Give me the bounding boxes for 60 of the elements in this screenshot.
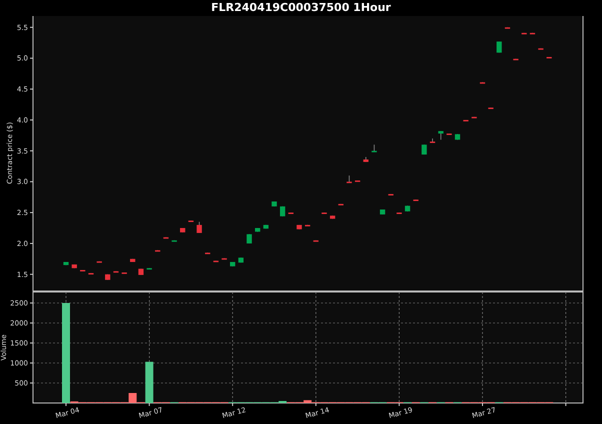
candlestick	[480, 82, 486, 84]
candlestick	[96, 260, 102, 263]
candlestick	[388, 194, 394, 196]
candlestick	[504, 26, 510, 29]
candlestick	[113, 270, 119, 273]
candlestick	[80, 270, 86, 272]
candlestick	[472, 116, 477, 118]
candlestick	[180, 228, 186, 233]
candlestick	[213, 260, 219, 262]
candlestick	[330, 215, 336, 220]
candlestick	[522, 32, 527, 34]
candlestick	[122, 272, 127, 274]
candlestick	[196, 221, 202, 234]
candlestick	[272, 201, 277, 207]
candlestick	[488, 107, 494, 110]
candlestick	[63, 262, 69, 266]
candlestick	[363, 156, 368, 162]
candlestick	[105, 274, 110, 280]
candlestick	[404, 205, 410, 212]
candlestick	[380, 209, 386, 215]
candlestick	[288, 212, 294, 214]
candlestick	[413, 199, 418, 202]
candlestick	[454, 134, 460, 140]
candlestick	[263, 224, 269, 230]
candlestick	[422, 144, 427, 155]
candlestick	[446, 133, 452, 135]
candlestick	[430, 138, 436, 143]
candlestick	[222, 258, 227, 260]
candlestick	[538, 48, 544, 50]
candlestick	[438, 130, 444, 140]
candlestick	[72, 264, 77, 269]
candlestick	[354, 180, 360, 182]
candlestick	[88, 272, 94, 274]
candlestick	[513, 58, 518, 60]
candlestick	[304, 224, 310, 226]
chart-title: FLR240419C00037500 1Hour	[210, 0, 392, 16]
candlestick	[246, 234, 252, 244]
candlestick	[188, 220, 194, 222]
candlestick	[280, 206, 286, 217]
candlestick	[238, 257, 244, 263]
candlestick	[496, 41, 502, 54]
candlestick	[155, 250, 160, 252]
candlestick	[313, 240, 318, 242]
candlestick	[346, 175, 352, 184]
candlestick	[172, 240, 177, 242]
candlestick	[322, 212, 327, 214]
candlestick	[296, 224, 302, 230]
candlestick	[396, 212, 402, 214]
candlestick	[338, 204, 344, 206]
candlestick	[146, 268, 152, 270]
candlestick	[530, 32, 536, 34]
candlestick	[205, 252, 210, 254]
candlestick	[255, 228, 260, 232]
candlestick	[463, 120, 468, 122]
candlestick	[130, 258, 136, 262]
candlestick	[546, 56, 552, 58]
candlestick	[230, 262, 236, 267]
candlestick	[138, 268, 144, 276]
candlestick	[372, 144, 377, 152]
candlestick	[163, 236, 169, 239]
